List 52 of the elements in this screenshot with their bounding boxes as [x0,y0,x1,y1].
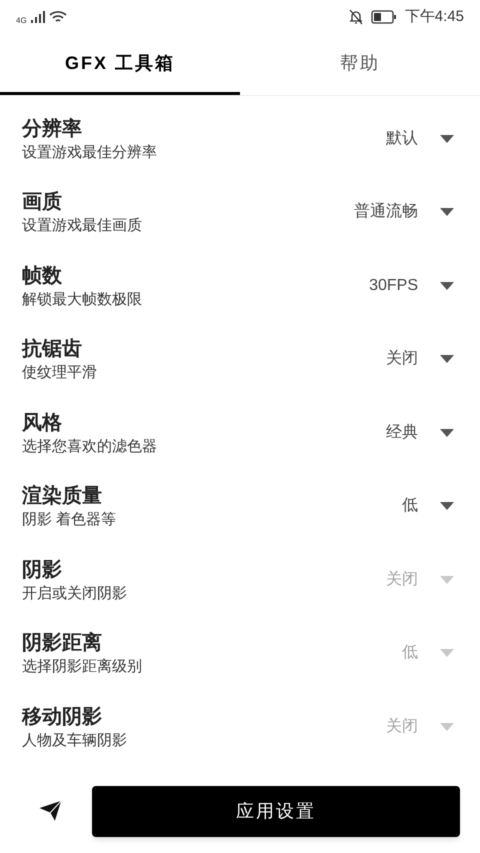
setting-row[interactable]: 渲染质量 阴影 着色器等 低 [0,470,480,543]
setting-title: 帧数 [22,264,63,289]
setting-row[interactable]: 画质 设置游戏最佳画质 普通流畅 [0,176,480,249]
dropdown-caret-icon [440,649,454,658]
dropdown-caret-icon [440,134,454,143]
setting-title: 阴影距离 [22,630,103,656]
setting-row[interactable]: 风格 选择您喜欢的滤色器 经典 [0,396,480,470]
setting-title: 抗锯齿 [22,337,83,362]
wifi-icon [48,10,67,24]
bell-muted-icon [348,9,363,25]
dropdown-caret-icon [440,722,454,731]
setting-description: 选择您喜欢的滤色器 [22,436,157,457]
setting-description: 解锁最大帧数极限 [22,290,142,310]
setting-title: 画质 [22,190,63,216]
dropdown-caret-icon [440,576,454,584]
dropdown-value: 关闭 [386,348,418,370]
apply-button[interactable]: 应用设置 [92,786,460,836]
setting-description: 选择阴影距离级别 [22,657,142,678]
tab[interactable]: GFX 工具箱 [0,34,240,95]
dropdown-value: 30FPS [369,276,418,296]
setting-row[interactable]: 帧数 解锁最大帧数极限 30FPS [0,249,480,322]
setting-description: 使纹理平滑 [22,363,97,384]
dropdown-value: 经典 [386,422,418,443]
setting-title: 移动阴影 [22,704,103,730]
setting-description: 阴影 着色器等 [22,510,116,530]
dropdown-value: 默认 [386,128,418,149]
dropdown-value: 关闭 [386,570,418,590]
battery-icon [370,10,397,24]
dropdown-caret-icon [440,355,454,364]
dropdown-value: 普通流畅 [354,201,418,222]
dropdown-caret-icon [440,502,454,510]
setting-description: 人物及车辆阴影 [22,730,127,751]
signal-icon [30,11,45,23]
dropdown-value: 关闭 [386,716,418,737]
setting-row[interactable]: 分辨率 设置游戏最佳分辨率 默认 [0,102,480,176]
dropdown-value: 低 [402,643,418,664]
setting-description: 设置游戏最佳分辨率 [22,142,157,163]
setting-row[interactable]: 抗锯齿 使纹理平滑 关闭 [0,322,480,396]
setting-title: 分辨率 [22,116,83,142]
setting-title: 风格 [22,410,63,436]
dropdown-caret-icon [440,428,454,437]
setting-title: 阴影 [22,558,63,583]
send-icon[interactable] [38,800,62,822]
dropdown-caret-icon [440,208,454,216]
setting-description: 开启或关闭阴影 [22,584,127,604]
clock: 下午4:45 [404,6,464,27]
setting-title: 渲染质量 [22,484,103,510]
dropdown-value: 低 [402,496,418,516]
network-type: 4G [16,17,27,25]
tab[interactable]: 帮助 [240,34,480,95]
setting-description: 设置游戏最佳画质 [22,216,142,236]
dropdown-caret-icon [440,282,454,290]
